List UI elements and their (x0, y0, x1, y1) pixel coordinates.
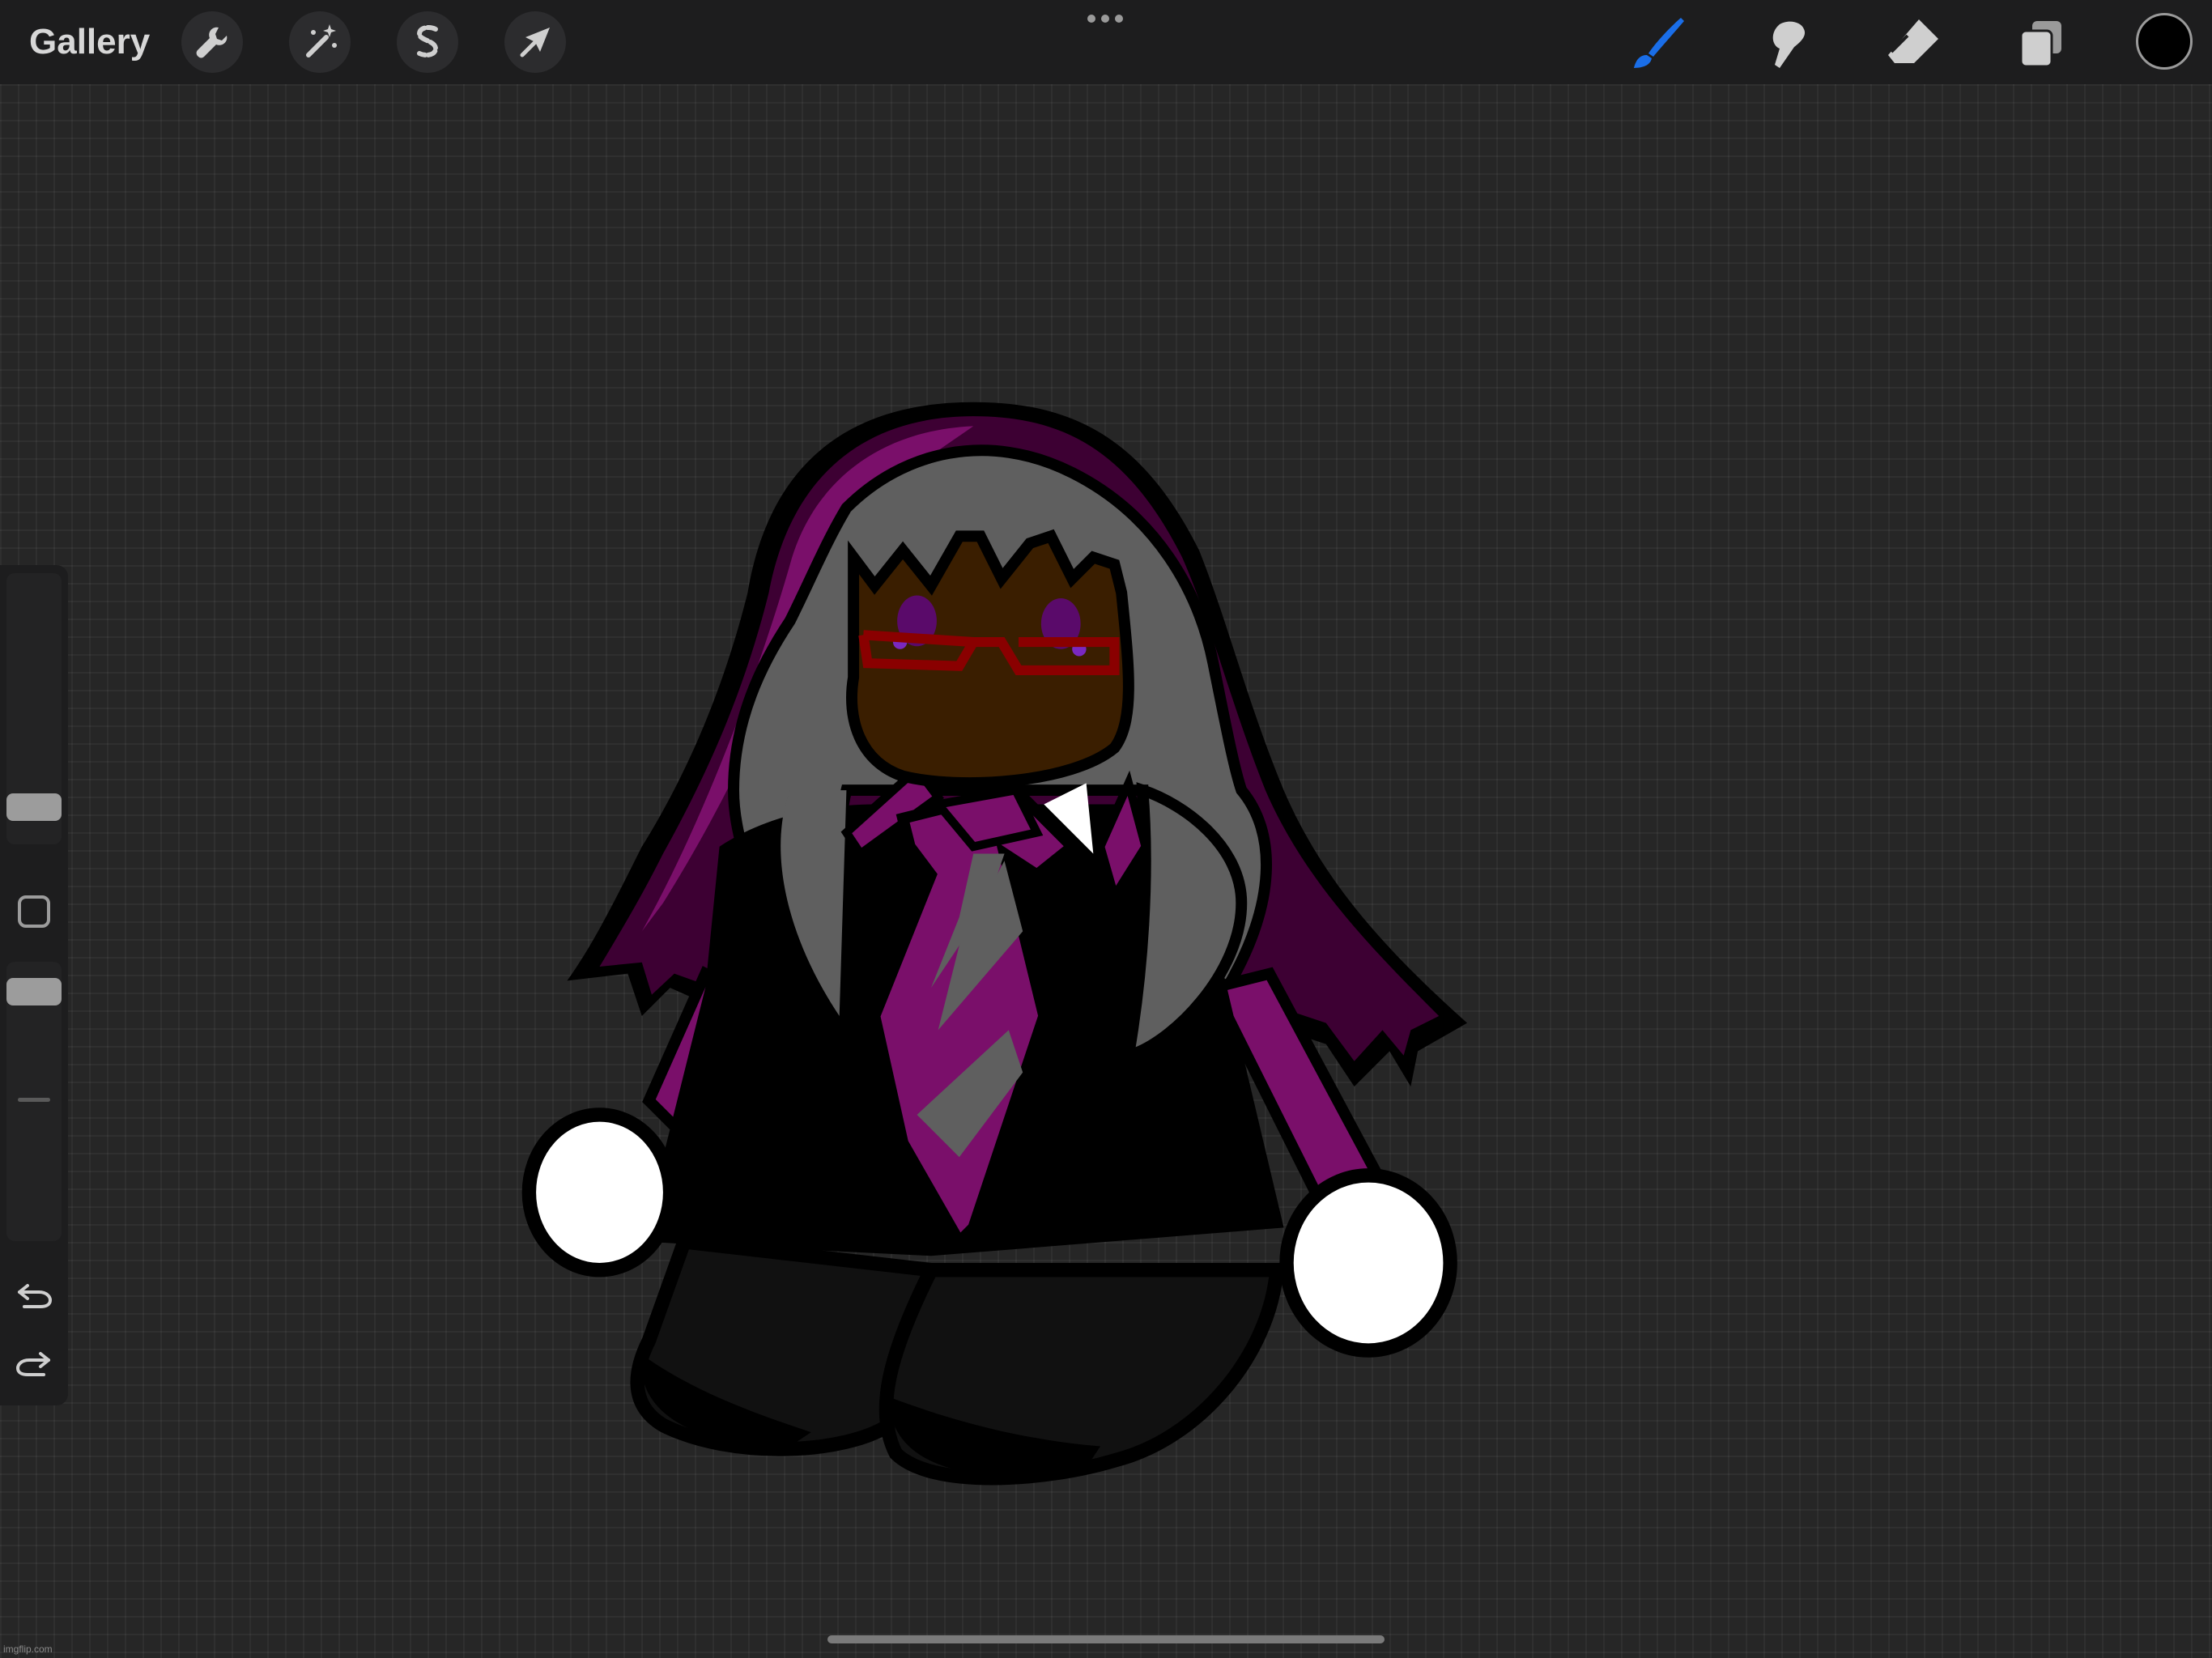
right-hand (1279, 1168, 1457, 1358)
undo-icon[interactable] (15, 1276, 53, 1312)
brush-size-thumb[interactable] (6, 793, 62, 821)
character-drawing[interactable] (0, 0, 2212, 1658)
wrench-icon (196, 27, 228, 58)
selection-button[interactable] (397, 11, 458, 73)
procreate-app: Gallery imgflip.com (0, 0, 2212, 1658)
left-hand (521, 1107, 678, 1278)
adjustments-button[interactable] (289, 11, 351, 73)
color-picker-button[interactable] (2136, 13, 2193, 70)
smudge-icon[interactable] (1747, 8, 1820, 76)
eraser-icon[interactable] (1875, 8, 1948, 76)
actions-button[interactable] (181, 11, 243, 73)
more-dots-icon[interactable] (1085, 10, 1125, 28)
left-sidebar (0, 565, 68, 1405)
home-indicator[interactable] (827, 1635, 1385, 1643)
brush-icon[interactable] (1619, 8, 1692, 76)
selection-s-icon (416, 25, 439, 57)
top-toolbar: Gallery (0, 0, 2212, 84)
transform-button[interactable] (504, 11, 566, 73)
gallery-button[interactable]: Gallery (29, 18, 150, 66)
slider-tick (18, 1098, 50, 1102)
magic-wand-icon (306, 24, 337, 57)
layers-icon[interactable] (2003, 8, 2076, 76)
modify-square-icon[interactable] (18, 895, 50, 928)
watermark: imgflip.com (3, 1643, 53, 1655)
redo-icon[interactable] (15, 1344, 53, 1380)
opacity-thumb[interactable] (6, 978, 62, 1005)
arrow-cursor-icon (520, 28, 550, 57)
